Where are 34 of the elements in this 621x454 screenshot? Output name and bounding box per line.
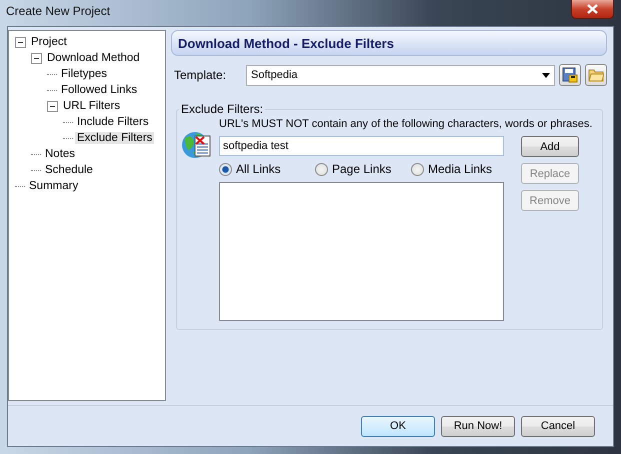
link-type-radio[interactable]: Media Links (411, 162, 507, 176)
tree-item[interactable]: URL Filters (61, 100, 122, 112)
filter-action-button[interactable]: Add (521, 136, 579, 157)
filter-description: URL's MUST NOT contain any of the following characters, words or phrases. (219, 118, 592, 130)
link-type-radio[interactable]: Page Links (315, 162, 411, 176)
tree-item[interactable]: Exclude Filters (75, 132, 154, 144)
dialog-button[interactable]: Cancel (521, 416, 595, 436)
folder-icon (588, 67, 604, 83)
collapse-toggle[interactable] (47, 100, 58, 112)
window-title: Create New Project (6, 4, 110, 18)
group-title: Exclude Filters: (180, 102, 264, 116)
link-type-radio[interactable]: All Links (219, 162, 315, 176)
tree-item[interactable]: Filetypes (59, 68, 110, 80)
save-template-button[interactable] (559, 64, 581, 86)
tree-item[interactable]: Download Method (45, 52, 142, 64)
close-button[interactable] (571, 0, 614, 19)
dialog-button[interactable]: OK (361, 416, 435, 436)
dropdown-caret-icon (542, 72, 550, 78)
filter-list[interactable] (219, 182, 504, 321)
header-title: Download Method - Exclude Filters (178, 36, 394, 50)
tree-item[interactable]: Notes (43, 148, 78, 160)
tree-item[interactable]: Followed Links (59, 84, 140, 96)
template-dropdown[interactable]: Softpedia (246, 64, 555, 86)
filter-input[interactable]: softpedia test (219, 136, 504, 156)
tree-item[interactable]: Schedule (43, 164, 95, 176)
tree-item[interactable]: Project (29, 36, 69, 48)
tree-item[interactable]: Summary (27, 180, 80, 192)
tree-item[interactable]: Include Filters (75, 116, 151, 128)
template-label: Template: (174, 68, 226, 82)
collapse-toggle[interactable] (31, 52, 42, 64)
collapse-toggle[interactable] (15, 36, 26, 48)
dialog-button[interactable]: Run Now! (441, 416, 515, 436)
save-icon (562, 67, 578, 83)
close-icon (587, 4, 598, 14)
